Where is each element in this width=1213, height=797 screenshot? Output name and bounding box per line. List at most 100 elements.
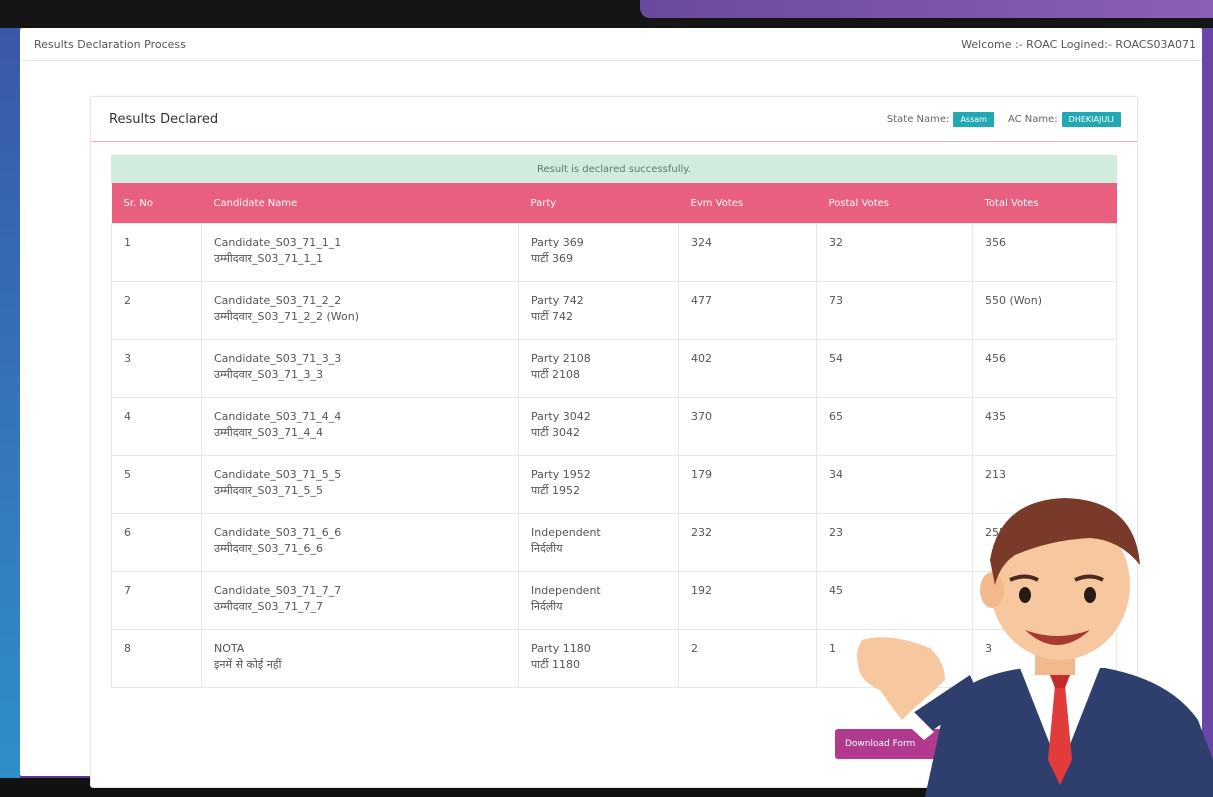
cell-evm-votes: 477 [678,281,817,340]
cell-evm-votes-text: 402 [691,352,712,365]
cell-party-text: Party 369 [531,236,584,249]
table-row: 4 Candidate_S03_71_4_4 उम्मीदवार_S03_71_4_… [111,397,1117,456]
cell-party-text: Independent [531,584,601,597]
cell-evm-votes-text: 324 [691,236,712,249]
cell-candidate-name-text: Candidate_S03_71_1_1 [214,236,342,249]
cell-party-hindi: पार्टी 369 [531,252,573,265]
cell-party: Party 1952 पार्टी 1952 [518,455,679,514]
cell-candidate-name: Candidate_S03_71_3_3 उम्मीदवार_S03_71_3_3 [201,339,519,398]
cell-sr-no-text: 2 [124,294,131,307]
cell-sr-no-text: 7 [124,584,131,597]
cell-total-votes: 356 [972,223,1117,282]
cell-candidate-name: Candidate_S03_71_6_6 उम्मीदवार_S03_71_6_6 [201,513,519,572]
cell-party: Party 742 पार्टी 742 [518,281,679,340]
header-postal-votes: Postal Votes [816,183,973,224]
cell-party-hindi: पार्टी 1180 [531,658,580,671]
cell-sr-no-text: 1 [124,236,131,249]
ac-badge: DHEKIAJULI [1061,111,1121,127]
cell-sr-no: 7 [111,571,202,630]
cell-candidate-name-hindi: उम्मीदवार_S03_71_3_3 [214,368,324,381]
cell-total-votes-text: 435 [985,410,1006,423]
ac-label: AC Name: [1007,113,1058,125]
cell-sr-no: 4 [111,397,202,456]
cell-candidate-name: Candidate_S03_71_7_7 उम्मीदवार_S03_71_7_7 [201,571,519,630]
cell-candidate-name-hindi: उम्मीदवार_S03_71_5_5 [214,484,324,497]
left-frame-accent [0,28,20,778]
cell-evm-votes-text: 192 [691,584,712,597]
cell-postal-votes-text: 1 [829,642,836,655]
cell-candidate-name-hindi: उम्मीदवार_S03_71_6_6 [214,542,324,555]
header-candidate-name: Candidate Name [201,183,519,224]
top-purple-accent [640,0,1213,18]
cell-party-hindi: पार्टी 1952 [531,484,580,497]
cell-candidate-name: NOTA इनमें से कोई नहीं [201,629,519,688]
cell-postal-votes-text: 73 [829,294,843,307]
cell-postal-votes: 32 [816,223,973,282]
cell-sr-no-text: 6 [124,526,131,539]
cell-evm-votes: 2 [678,629,817,688]
cell-party: Independent निर्दलीय [518,571,679,630]
cell-evm-votes: 232 [678,513,817,572]
cell-evm-votes-text: 179 [691,468,712,481]
cell-party: Independent निर्दलीय [518,513,679,572]
cell-evm-votes-text: 370 [691,410,712,423]
cell-evm-votes: 192 [678,571,817,630]
cell-candidate-name-text: NOTA [214,642,245,655]
cell-postal-votes-text: 34 [829,468,843,481]
cell-party-text: Party 742 [531,294,584,307]
cell-party: Party 369 पार्टी 369 [518,223,679,282]
cell-sr-no-text: 4 [124,410,131,423]
cell-party-hindi: निर्दलीय [531,600,563,613]
cell-candidate-name-hindi: उम्मीदवार_S03_71_1_1 [214,252,324,265]
cell-total-votes-text: 456 [985,352,1006,365]
cell-party-text: Party 3042 [531,410,591,423]
cell-party-text: Independent [531,526,601,539]
panel-meta: State Name: Assam AC Name: DHEKIAJULI [886,111,1121,127]
cell-candidate-name-text: Candidate_S03_71_2_2 [214,294,342,307]
cell-party: Party 3042 पार्टी 3042 [518,397,679,456]
table-header-row: Sr. No Candidate Name Party Evm Votes Po… [111,183,1117,224]
header-total-votes: Total Votes [972,183,1117,224]
header-evm-votes: Evm Votes [678,183,817,224]
welcome-text: Welcome :- ROAC Logined:- ROACS03A071 [961,37,1196,51]
header-sr-no: Sr. No [111,183,202,224]
cell-candidate-name-text: Candidate_S03_71_4_4 [214,410,342,423]
cell-sr-no: 6 [111,513,202,572]
cell-candidate-name: Candidate_S03_71_2_2 उम्मीदवार_S03_71_2_2… [201,281,519,340]
table-row: 3 Candidate_S03_71_3_3 उम्मीदवार_S03_71_3_… [111,339,1117,398]
cell-sr-no: 2 [111,281,202,340]
cell-postal-votes-text: 23 [829,526,843,539]
cell-evm-votes-text: 2 [691,642,698,655]
table-row: 1 Candidate_S03_71_1_1 उम्मीदवार_S03_71_1_… [111,223,1117,282]
cell-total-votes: 456 [972,339,1117,398]
cell-sr-no: 8 [111,629,202,688]
cell-candidate-name-hindi: उम्मीदवार_S03_71_4_4 [214,426,324,439]
cell-candidate-name: Candidate_S03_71_1_1 उम्मीदवार_S03_71_1_1 [201,223,519,282]
state-label: State Name: [886,113,950,125]
cell-party-text: Party 2108 [531,352,591,365]
cell-postal-votes-text: 32 [829,236,843,249]
cell-candidate-name: Candidate_S03_71_5_5 उम्मीदवार_S03_71_5_5 [201,455,519,514]
panel-header: Results Declared State Name: Assam AC Na… [91,97,1137,142]
cell-party-text: Party 1952 [531,468,591,481]
cell-total-votes-text: 356 [985,236,1006,249]
cell-candidate-name-text: Candidate_S03_71_3_3 [214,352,342,365]
cell-postal-votes-text: 45 [829,584,843,597]
cell-party: Party 2108 पार्टी 2108 [518,339,679,398]
cell-sr-no-text: 8 [124,642,131,655]
cell-party-hindi: पार्टी 742 [531,310,573,323]
presenter-illustration [857,498,1213,797]
cell-candidate-name-hindi: उम्मीदवार_S03_71_7_7 [214,600,324,613]
cell-party-hindi: पार्टी 3042 [531,426,580,439]
cell-evm-votes: 179 [678,455,817,514]
cell-total-votes-text: 550 (Won) [985,294,1043,307]
cell-sr-no: 3 [111,339,202,398]
cell-evm-votes: 402 [678,339,817,398]
cell-total-votes: 435 [972,397,1117,456]
cell-evm-votes-text: 232 [691,526,712,539]
cell-postal-votes: 73 [816,281,973,340]
app-header: Results Declaration Process Welcome :- R… [20,28,1202,61]
cell-candidate-name-text: Candidate_S03_71_7_7 [214,584,342,597]
cell-sr-no: 5 [111,455,202,514]
cell-total-votes: 550 (Won) [972,281,1117,340]
